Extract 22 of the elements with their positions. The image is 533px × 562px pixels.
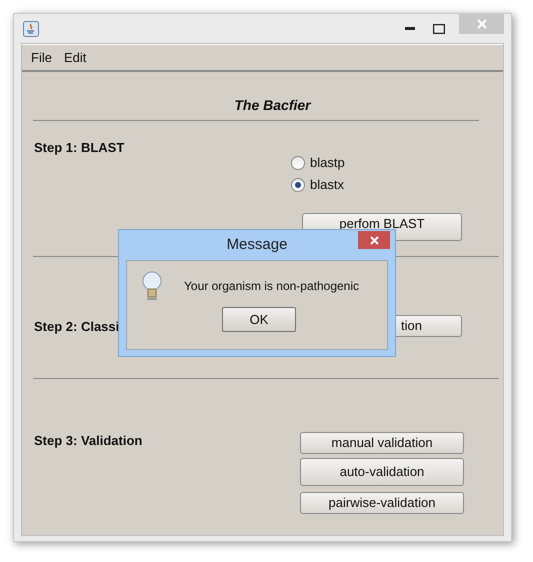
action-button[interactable]: manual validation	[300, 432, 464, 454]
menu-item[interactable]: Edit	[58, 48, 92, 68]
radio-button[interactable]	[291, 156, 305, 170]
action-button[interactable]: pairwise-validation	[300, 492, 464, 514]
step-label: Step 1: BLAST	[34, 140, 124, 155]
close-icon	[370, 236, 378, 244]
maximize-icon[interactable]	[433, 24, 445, 34]
dialog-title: Message	[226, 234, 288, 255]
step-label: Step 3: Validation	[34, 433, 142, 448]
radio-label: blastp	[310, 154, 345, 172]
close-button[interactable]	[358, 231, 390, 249]
dialog-message: Your organism is non-pathogenic	[184, 278, 360, 295]
close-icon	[476, 19, 486, 29]
app-title: The Bacfier	[234, 96, 311, 115]
step-label: Step 2: Classi	[34, 319, 120, 334]
radio-button[interactable]	[291, 178, 305, 192]
ok-button[interactable]: OK	[222, 307, 296, 332]
app-icon	[23, 20, 39, 36]
menu-item[interactable]: File	[26, 48, 57, 68]
radio-label: blastx	[310, 176, 344, 194]
lightbulb-icon	[141, 271, 163, 301]
action-button[interactable]: auto-validation	[300, 458, 464, 486]
